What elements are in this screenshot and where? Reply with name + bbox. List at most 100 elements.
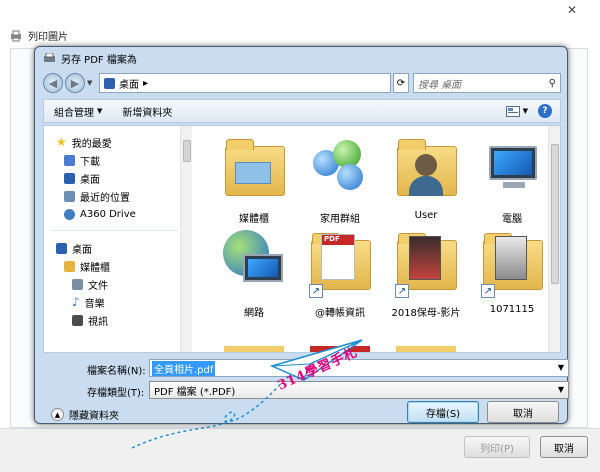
folder-shortcut-icon: ↗ [393,226,459,300]
nav-label: 文件 [88,280,108,292]
nav-label: 音樂 [84,298,105,310]
nav-item-desktop-root[interactable]: 桌面 [56,240,92,256]
breadcrumb-arrow-icon[interactable]: ▸ [143,78,148,89]
folder-shortcut-icon: ↗ [479,226,545,300]
cloud-drive-icon [64,208,75,220]
search-icon: ⚲ [548,77,556,89]
chevron-down-icon: ▼ [522,107,528,115]
command-toolbar: 組合管理 ▼ 新增資料夾 ▼ ? [43,99,561,123]
nav-scrollbar[interactable] [180,126,192,352]
new-folder-label: 新增資料夾 [122,107,173,119]
nav-item-video[interactable]: 視訊 [72,312,108,328]
file-item-computer[interactable]: 電腦 [470,132,548,228]
address-location[interactable]: 桌面 [119,76,139,91]
nav-item-music[interactable]: ♪ 音樂 [72,294,105,310]
network-icon [221,226,287,300]
file-list-scrollbar[interactable] [548,126,560,352]
file-item-user[interactable]: User [384,132,468,228]
forward-arrow-icon: ▶ [70,76,80,90]
file-label: 2018保母-影片 [391,308,461,319]
history-dropdown-icon[interactable]: ▼ [87,79,92,87]
navigation-tree: ★ 我的最愛 下載 桌面 最近的位置 A360 Drive 桌面 媒體櫃 文件 ♪… [44,126,192,352]
forward-button[interactable]: ▶ [65,73,85,93]
search-input[interactable]: 搜尋 桌面 ⚲ [413,73,561,93]
navigation-bar: ◀ ▶ ▼ 桌面 ▸ ⟳ 搜尋 桌面 ⚲ [43,71,561,95]
star-icon: ★ [56,135,67,149]
shortcut-arrow-icon: ↗ [481,284,495,298]
view-icon [505,105,520,117]
nav-label: 視訊 [88,316,108,328]
shortcut-arrow-icon: ↗ [395,284,409,298]
pdf-shortcut-icon: PDF ↗ [307,226,373,300]
file-list: 媒體櫃 家用群組 User 電腦 網路 PDF ↗ @轉帳資訊 ↗ 2018保母… [194,126,548,352]
file-label: 媒體櫃 [239,214,269,225]
hide-folders-toggle[interactable]: ▲ 隱藏資料夾 [51,407,119,422]
chevron-down-icon[interactable]: ▼ [558,363,564,372]
new-folder-button[interactable]: 新增資料夾 [112,104,182,119]
print-button[interactable]: 列印(P) [464,436,530,458]
file-item-2018[interactable]: ↗ 2018保母-影片 [384,226,468,322]
search-placeholder: 搜尋 桌面 [418,79,462,91]
nav-label: 我的最愛 [71,138,112,150]
nav-scrollbar-thumb[interactable] [183,140,191,162]
recent-places-icon [64,190,75,202]
outer-footer: 列印(P) 取消 [0,428,600,472]
organize-label: 組合管理 [54,107,94,119]
printer-icon [11,30,21,41]
user-folder-icon [393,132,459,206]
printer-icon [44,53,55,62]
file-label: 網路 [244,308,264,319]
nav-item-libraries[interactable]: 媒體櫃 [64,258,110,274]
help-icon: ? [542,106,548,116]
dialog-cancel-button[interactable]: 取消 [487,401,559,423]
nav-item-desktop[interactable]: 桌面 [64,170,100,186]
file-label: 1071115 [489,304,535,315]
chevron-down-icon: ▼ [557,385,564,394]
divider [50,230,178,231]
file-label: User [414,210,438,221]
back-arrow-icon: ◀ [48,76,58,90]
shortcut-arrow-icon: ↗ [309,284,323,298]
nav-item-recent[interactable]: 最近的位置 [64,188,130,204]
close-button[interactable]: ✕ [550,0,594,20]
file-item-1071115[interactable]: ↗ 1071115 [470,226,548,322]
desktop-icon [104,77,115,89]
refresh-button[interactable]: ⟳ [393,73,409,93]
nav-item-downloads[interactable]: 下載 [64,152,100,168]
file-item-libraries[interactable]: 媒體櫃 [212,132,296,228]
file-item-pdf[interactable]: PDF ↗ @轉帳資訊 [298,226,382,322]
back-button[interactable]: ◀ [43,73,63,93]
file-label: @轉帳資訊 [315,308,365,319]
file-label: 電腦 [502,214,522,225]
library-folder-icon [221,132,287,206]
help-button[interactable]: ? [538,104,552,118]
nav-item-documents[interactable]: 文件 [72,276,108,292]
desktop-icon [64,172,75,184]
outer-cancel-button[interactable]: 取消 [540,436,588,458]
address-bar[interactable]: 桌面 ▸ [99,73,391,93]
hide-folders-label: 隱藏資料夾 [69,411,119,422]
chevron-up-icon: ▲ [51,408,64,421]
nav-label: 最近的位置 [80,192,130,204]
computer-icon [479,132,545,206]
organize-menu[interactable]: 組合管理 ▼ [44,104,112,119]
close-icon[interactable]: ✕ [567,3,577,17]
save-button[interactable]: 存檔(S) [407,401,479,423]
nav-label: 桌面 [72,244,92,256]
download-folder-icon [64,154,75,166]
nav-label: 桌面 [80,174,100,186]
nav-item-a360[interactable]: A360 Drive [64,206,136,222]
nav-label: A360 Drive [80,208,136,220]
refresh-icon: ⟳ [396,77,406,89]
homegroup-icon [307,132,373,206]
file-item-homegroup[interactable]: 家用群組 [298,132,382,228]
nav-label: 媒體櫃 [80,262,110,274]
outer-title-text: 列印圖片 [28,32,68,43]
file-label: 家用群組 [320,214,360,225]
dashed-trail-icon [131,375,289,449]
file-item-network[interactable]: 網路 [212,226,296,322]
dialog-title-text: 另存 PDF 檔案為 [61,55,137,66]
view-options-button[interactable]: ▼ [505,105,528,117]
nav-item-favorites[interactable]: ★ 我的最愛 [56,134,112,150]
file-list-scrollbar-thumb[interactable] [551,144,559,284]
